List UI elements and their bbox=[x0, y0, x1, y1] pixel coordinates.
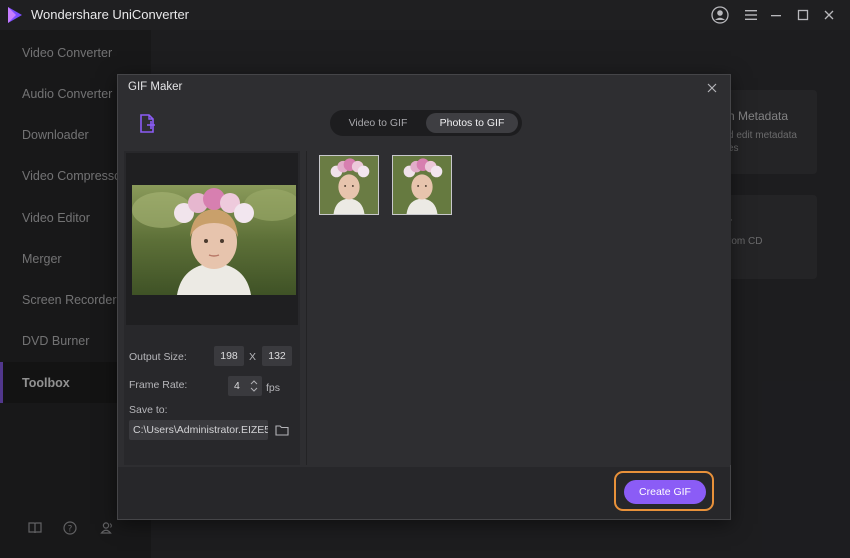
app-logo-icon bbox=[8, 7, 22, 23]
frame-rate-label: Frame Rate: bbox=[129, 379, 188, 391]
close-window-icon[interactable] bbox=[818, 5, 840, 25]
photo-thumbnail[interactable] bbox=[392, 155, 452, 215]
preview-area bbox=[126, 153, 298, 325]
size-separator: X bbox=[249, 351, 257, 363]
save-to-label: Save to: bbox=[129, 404, 168, 416]
add-file-icon[interactable] bbox=[138, 113, 158, 135]
width-input[interactable]: 198 bbox=[214, 346, 244, 366]
close-icon[interactable] bbox=[704, 80, 720, 96]
app-window: Wondershare UniConverter Video Converter… bbox=[0, 0, 850, 558]
tab-label: Photos to GIF bbox=[439, 117, 505, 129]
photo-thumbnail[interactable] bbox=[319, 155, 379, 215]
fps-unit: fps bbox=[266, 382, 281, 394]
gif-maker-dialog: GIF Maker Video to GIF Photos to GIF Out… bbox=[117, 74, 731, 520]
tab-video-to-gif[interactable]: Video to GIF bbox=[335, 113, 421, 133]
folder-icon[interactable] bbox=[275, 424, 289, 436]
tab-photos-to-gif[interactable]: Photos to GIF bbox=[426, 113, 518, 133]
stepper-arrows-icon[interactable] bbox=[250, 379, 258, 393]
minimize-icon[interactable] bbox=[765, 5, 787, 25]
output-size-label: Output Size: bbox=[129, 351, 187, 363]
title-bar: Wondershare UniConverter bbox=[0, 0, 850, 30]
save-path-field[interactable]: C:\Users\Administrator.EIZE5 bbox=[129, 420, 268, 440]
preview-image bbox=[132, 185, 296, 295]
mode-switch: Video to GIF Photos to GIF bbox=[330, 110, 522, 136]
frame-rate-value: 4 bbox=[234, 380, 240, 392]
menu-icon[interactable] bbox=[740, 5, 762, 25]
app-title: Wondershare UniConverter bbox=[31, 7, 189, 22]
photo-list bbox=[307, 151, 731, 465]
frame-rate-stepper[interactable]: 4 bbox=[228, 376, 262, 396]
dialog-title: GIF Maker bbox=[128, 81, 183, 93]
create-gif-button[interactable]: Create GIF bbox=[624, 480, 706, 504]
tab-label: Video to GIF bbox=[348, 117, 408, 129]
account-icon[interactable] bbox=[709, 5, 731, 25]
height-input[interactable]: 132 bbox=[262, 346, 292, 366]
maximize-icon[interactable] bbox=[792, 5, 814, 25]
settings-panel: Output Size: 198 X 132 Frame Rate: 4 fps… bbox=[124, 151, 300, 465]
